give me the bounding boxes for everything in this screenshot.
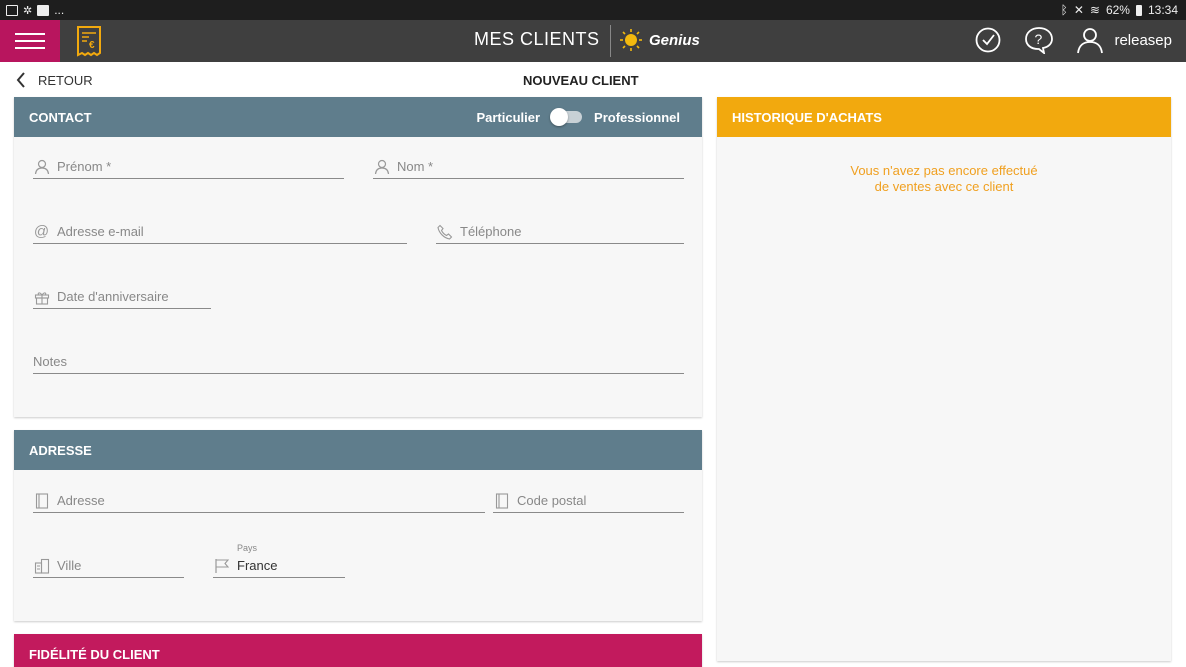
back-label: RETOUR — [38, 72, 93, 88]
person-icon — [33, 158, 50, 175]
toggle-label-professionnel[interactable]: Professionnel — [594, 110, 680, 125]
telephone-placeholder: Téléphone — [460, 224, 522, 239]
wifi-icon: ≋ — [1089, 3, 1100, 17]
status-bar: ✲ ... ᛒ ✕ ≋ 62% 13:34 — [0, 0, 1186, 20]
pays-label: Pays — [237, 543, 258, 553]
svg-text:?: ? — [1035, 31, 1043, 47]
back-button[interactable]: RETOUR — [16, 72, 93, 88]
historique-card: HISTORIQUE D'ACHATS Vous n'avez pas enco… — [717, 97, 1171, 661]
adresse-field[interactable]: Adresse — [33, 489, 485, 513]
anniversaire-field[interactable]: Date d'anniversaire — [33, 285, 211, 309]
app-bar: € MES CLIENTS Genius ? releasep — [0, 20, 1186, 62]
receipt-euro-icon[interactable]: € — [75, 25, 103, 57]
clock: 13:34 — [1147, 3, 1178, 17]
gift-icon — [33, 288, 50, 305]
empty-history-line-2: de ventes avec ce client — [874, 179, 1014, 194]
nom-placeholder: Nom * — [397, 159, 434, 174]
pays-select[interactable]: France — [213, 554, 345, 578]
flipboard-icon — [37, 4, 50, 16]
user-name[interactable]: releasep — [1114, 32, 1172, 49]
sun-icon — [620, 29, 642, 51]
help-icon[interactable]: ? — [1024, 26, 1054, 54]
adresse-title: ADRESSE — [29, 442, 92, 458]
prenom-placeholder: Prénom * — [57, 159, 112, 174]
historique-title: HISTORIQUE D'ACHATS — [732, 109, 882, 125]
flag-icon — [213, 557, 230, 574]
fidelite-card: FIDÉLITÉ DU CLIENT — [14, 634, 702, 667]
email-field[interactable]: @ Adresse e-mail — [33, 220, 407, 244]
adresse-card: ADRESSE Adresse Code postal Ville Pays F… — [14, 430, 702, 621]
empty-history-message: Vous n'avez pas encore effectué de vente… — [717, 163, 1171, 195]
phone-icon — [436, 223, 453, 240]
client-type-toggle[interactable] — [550, 108, 583, 126]
chevron-left-icon — [16, 72, 25, 88]
hamburger-menu-button[interactable] — [0, 20, 60, 62]
email-placeholder: Adresse e-mail — [57, 224, 144, 239]
toggle-label-particulier[interactable]: Particulier — [476, 110, 540, 125]
prenom-field[interactable]: Prénom * — [33, 155, 344, 179]
sync-check-icon[interactable] — [974, 26, 1002, 54]
notes-field[interactable]: Notes — [33, 350, 684, 374]
mute-icon: ✕ — [1073, 3, 1084, 17]
page-title: NOUVEAU CLIENT — [523, 73, 639, 88]
at-sign-icon: @ — [33, 223, 50, 240]
battery-icon — [1135, 4, 1142, 16]
historique-header: HISTORIQUE D'ACHATS — [717, 97, 1171, 137]
ville-field[interactable]: Ville — [33, 554, 184, 578]
anniversaire-placeholder: Date d'anniversaire — [57, 289, 169, 304]
more-notifications: ... — [54, 3, 65, 17]
adresse-placeholder: Adresse — [57, 493, 105, 508]
battery-level: 62% — [1105, 3, 1130, 17]
title-divider — [610, 25, 611, 57]
code-postal-field[interactable]: Code postal — [493, 489, 684, 513]
code-postal-placeholder: Code postal — [517, 493, 587, 508]
image-icon — [6, 4, 18, 16]
contact-header: CONTACT Particulier Professionnel — [14, 97, 702, 137]
building-icon — [33, 492, 50, 509]
nom-field[interactable]: Nom * — [373, 155, 684, 179]
fidelite-header[interactable]: FIDÉLITÉ DU CLIENT — [14, 634, 702, 667]
app-title: MES CLIENTS — [474, 29, 600, 49]
empty-history-line-1: Vous n'avez pas encore effectué — [850, 163, 1038, 178]
building-icon — [493, 492, 510, 509]
svg-text:€: € — [89, 40, 95, 51]
pays-value: France — [237, 558, 278, 573]
client-type-switch: Particulier Professionnel — [476, 97, 680, 137]
settings-icon: ✲ — [23, 4, 33, 17]
notes-placeholder: Notes — [33, 354, 67, 369]
genius-logo: Genius — [619, 28, 700, 52]
contact-card: CONTACT Particulier Professionnel Prénom… — [14, 97, 702, 417]
bluetooth-icon: ᛒ — [1060, 3, 1068, 17]
contact-title: CONTACT — [29, 109, 92, 125]
fidelite-title: FIDÉLITÉ DU CLIENT — [29, 646, 160, 662]
telephone-field[interactable]: Téléphone — [436, 220, 684, 244]
user-icon[interactable] — [1076, 26, 1104, 54]
person-icon — [373, 158, 390, 175]
genius-brand-text: Genius — [649, 31, 700, 49]
ville-placeholder: Ville — [57, 558, 82, 573]
city-icon — [33, 557, 50, 574]
adresse-header: ADRESSE — [14, 430, 702, 470]
